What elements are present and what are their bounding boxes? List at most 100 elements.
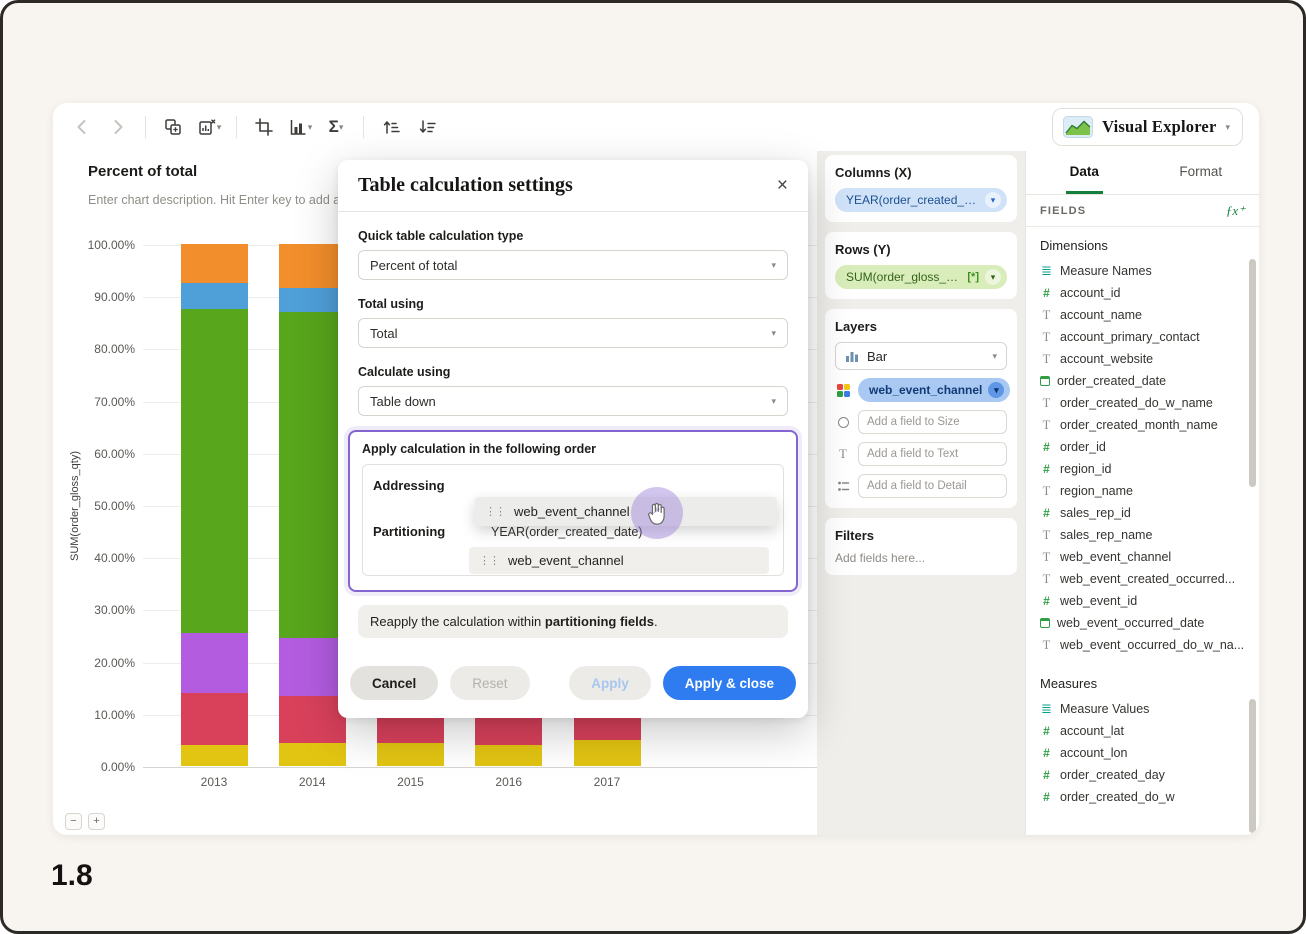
reset-button[interactable]: Reset (450, 666, 529, 700)
field-item[interactable]: region_id (1026, 458, 1259, 480)
bar-2013[interactable] (181, 244, 248, 766)
field-item[interactable]: order_created_day (1026, 764, 1259, 786)
apply-and-close-button[interactable]: Apply & close (663, 666, 796, 700)
size-field-dropzone[interactable]: Add a field to Size (858, 410, 1007, 434)
panel-tab[interactable]: Data (1026, 151, 1143, 194)
field-label: account_primary_contact (1060, 330, 1200, 344)
visual-explorer-badge[interactable]: Visual Explorer (1052, 108, 1243, 146)
bar-segment-red[interactable] (181, 693, 248, 745)
filters-dropzone[interactable]: Add fields here... (835, 551, 1007, 565)
add-calculated-field-icon[interactable]: ƒx⁺ (1226, 203, 1245, 219)
scrollbar-thumb[interactable] (1249, 699, 1256, 833)
order-box: Addressing Partitioning YEAR(order_creat… (362, 464, 784, 576)
field-item[interactable]: order_created_date (1026, 370, 1259, 392)
chevron-down-icon (1225, 123, 1230, 132)
drag-handle-icon[interactable]: ⋮⋮ (485, 505, 505, 518)
bar-segment-yellow[interactable] (377, 743, 444, 766)
remove-chart-button[interactable] (196, 112, 222, 142)
bar-segment-yellow[interactable] (574, 740, 641, 766)
field-label: order_created_day (1060, 768, 1165, 782)
bar-segment-yellow[interactable] (279, 743, 346, 766)
forward-button[interactable] (105, 112, 131, 142)
color-mark-icon (835, 384, 851, 397)
columns-pill[interactable]: YEAR(order_created_date) (835, 188, 1007, 212)
field-item[interactable]: Measure Values (1026, 698, 1259, 720)
field-label: sales_rep_name (1060, 528, 1152, 542)
sort-descending-button[interactable] (414, 112, 440, 142)
columns-shelf-title: Columns (X) (835, 165, 1007, 180)
field-label: order_id (1060, 440, 1106, 454)
close-icon[interactable]: × (777, 176, 788, 195)
field-item[interactable]: sales_rep_name (1026, 524, 1259, 546)
field-item[interactable]: web_event_channel (1026, 546, 1259, 568)
note-text: Reapply the calculation within (370, 614, 545, 629)
field-item[interactable]: web_event_id (1026, 590, 1259, 612)
duplicate-chart-button[interactable] (160, 112, 186, 142)
pill-menu-button[interactable] (985, 269, 1001, 285)
bar-segment-orange[interactable] (181, 244, 248, 283)
field-item[interactable]: web_event_created_occurred... (1026, 568, 1259, 590)
chart-description-placeholder[interactable]: Enter chart description. Hit Enter key t… (88, 193, 349, 207)
chart-title[interactable]: Percent of total (88, 163, 197, 180)
bar-segment-green[interactable] (279, 312, 346, 638)
filters-shelf-title: Filters (835, 528, 1007, 543)
field-label: region_name (1060, 484, 1133, 498)
bar-segment-purple[interactable] (279, 638, 346, 695)
field-item[interactable]: account_lat (1026, 720, 1259, 742)
field-item[interactable]: region_name (1026, 480, 1259, 502)
cancel-button[interactable]: Cancel (350, 666, 438, 700)
field-item[interactable]: account_primary_contact (1026, 326, 1259, 348)
select-dropdown[interactable]: Percent of total (358, 250, 788, 280)
bar-segment-orange[interactable] (279, 244, 346, 288)
rows-pill[interactable]: SUM(order_gloss_qty) [*] (835, 265, 1007, 289)
shelf-column: Columns (X) YEAR(order_created_date) Row… (817, 151, 1025, 835)
bar-segment-blue[interactable] (181, 283, 248, 309)
field-item[interactable]: web_event_occurred_do_w_na... (1026, 634, 1259, 656)
bar-segment-red[interactable] (279, 696, 346, 743)
field-label: account_lat (1060, 724, 1124, 738)
bar-2014[interactable] (279, 244, 346, 766)
pill-menu-button[interactable] (988, 382, 1004, 398)
bar-segment-purple[interactable] (181, 633, 248, 693)
field-item[interactable]: Measure Names (1026, 260, 1259, 282)
field-label: account_lon (1060, 746, 1127, 760)
pill-menu-button[interactable] (985, 192, 1001, 208)
partitioning-field[interactable]: YEAR(order_created_date) (491, 525, 642, 539)
color-field-pill[interactable]: web_event_channel (858, 378, 1010, 402)
field-item[interactable]: order_created_month_name (1026, 414, 1259, 436)
aggregate-button[interactable]: Σ (323, 112, 349, 142)
sort-ascending-button[interactable] (378, 112, 404, 142)
select-dropdown[interactable]: Table down (358, 386, 788, 416)
field-item[interactable]: sales_rep_id (1026, 502, 1259, 524)
detail-mark-icon (835, 480, 851, 493)
field-item[interactable]: order_created_do_w_name (1026, 392, 1259, 414)
zoom-out-button[interactable]: − (65, 813, 82, 830)
app-window: Σ Visual Explorer Percent of tot (53, 103, 1259, 835)
field-item[interactable]: web_event_occurred_date (1026, 612, 1259, 634)
field-item[interactable]: order_created_do_w (1026, 786, 1259, 808)
field-item[interactable]: account_name (1026, 304, 1259, 326)
mark-type-select[interactable]: Bar (835, 342, 1007, 370)
dragging-item[interactable]: ⋮⋮ web_event_channel (475, 497, 777, 526)
chevron-down-icon (771, 261, 776, 270)
partitioning-item[interactable]: ⋮⋮ web_event_channel (469, 547, 769, 574)
panel-tab[interactable]: Format (1143, 151, 1260, 194)
field-item[interactable]: account_lon (1026, 742, 1259, 764)
zoom-in-button[interactable]: + (88, 813, 105, 830)
bar-segment-yellow[interactable] (181, 745, 248, 766)
apply-button[interactable]: Apply (569, 666, 651, 700)
text-field-dropzone[interactable]: Add a field to Text (858, 442, 1007, 466)
field-item[interactable]: account_id (1026, 282, 1259, 304)
field-item[interactable]: account_website (1026, 348, 1259, 370)
drag-handle-icon[interactable]: ⋮⋮ (479, 554, 499, 567)
axis-style-button[interactable] (287, 112, 313, 142)
bar-segment-yellow[interactable] (475, 745, 542, 766)
select-dropdown[interactable]: Total (358, 318, 788, 348)
detail-field-dropzone[interactable]: Add a field to Detail (858, 474, 1007, 498)
bar-segment-green[interactable] (181, 309, 248, 633)
field-item[interactable]: order_id (1026, 436, 1259, 458)
bar-segment-blue[interactable] (279, 288, 346, 311)
crop-button[interactable] (251, 112, 277, 142)
scrollbar-thumb[interactable] (1249, 259, 1256, 487)
back-button[interactable] (69, 112, 95, 142)
